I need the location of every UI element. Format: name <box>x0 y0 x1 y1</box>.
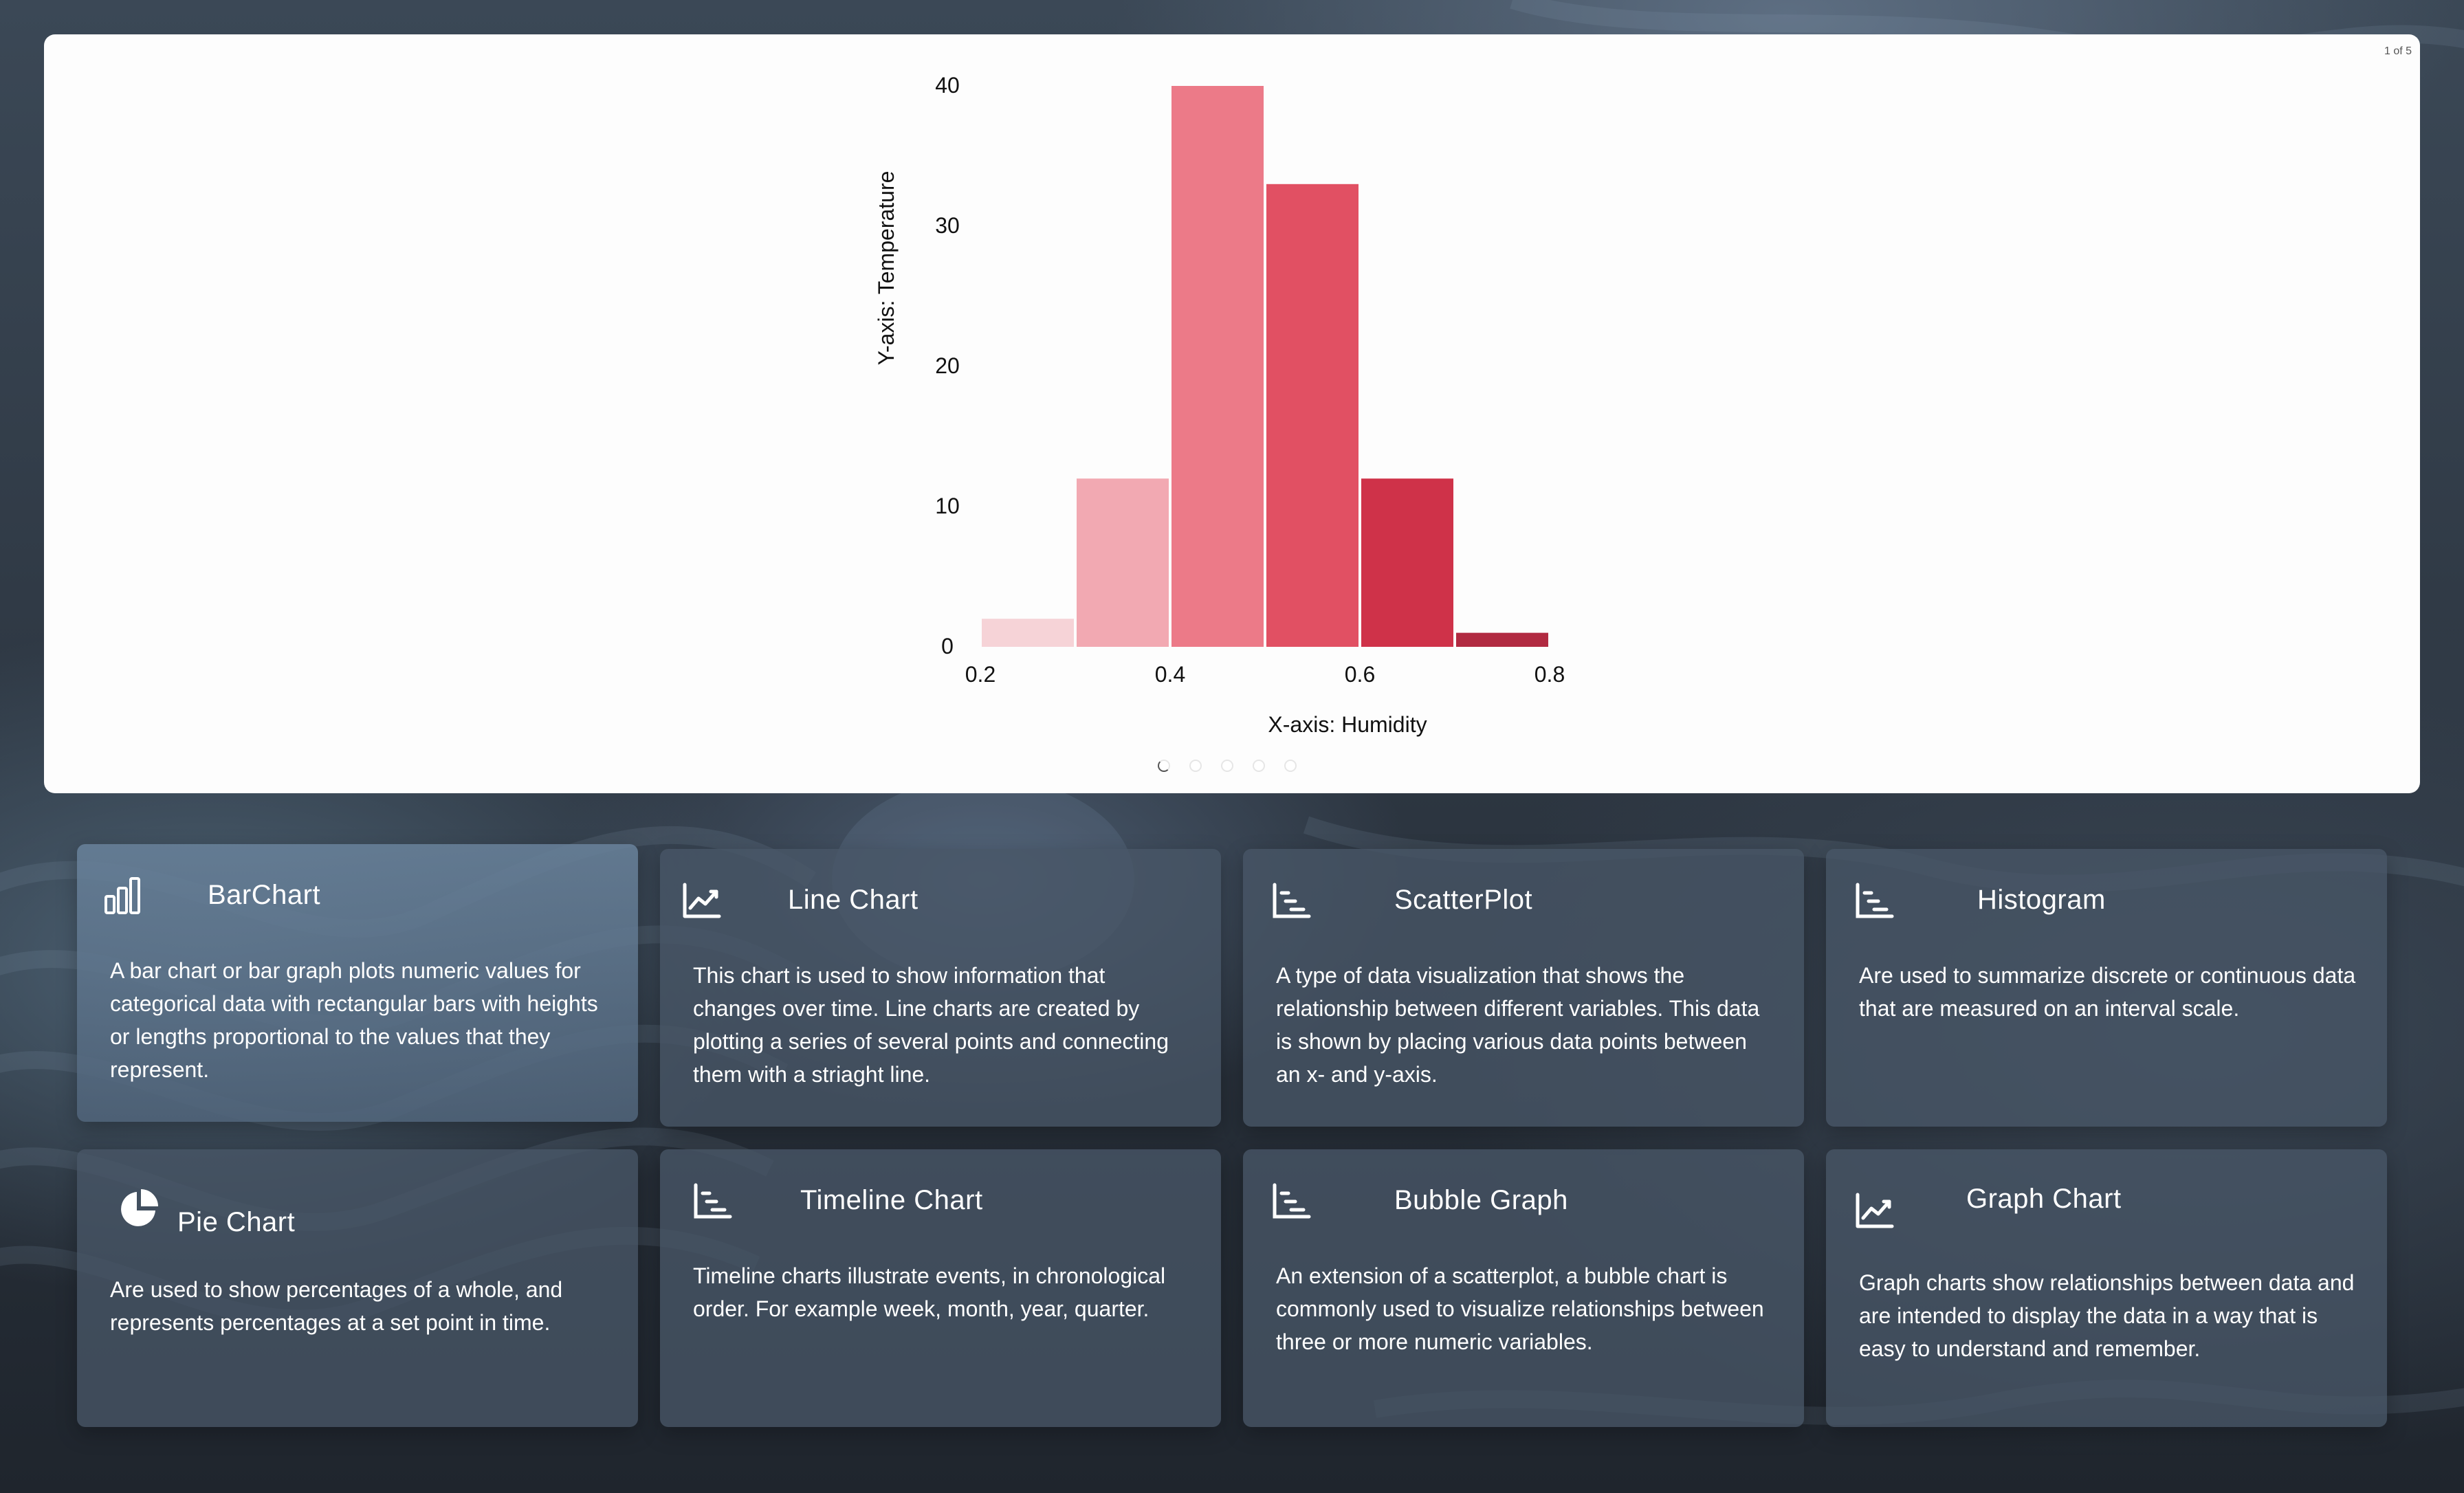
carousel-dot-5[interactable] <box>1284 760 1297 772</box>
carousel-dot-3[interactable] <box>1221 760 1233 772</box>
card-description: Timeline charts illustrate events, in ch… <box>693 1263 1166 1321</box>
y-tick-label: 0 <box>941 634 954 659</box>
y-tick-label: 10 <box>935 494 960 518</box>
chart-carousel[interactable]: 1 of 5 0 10 20 30 40 0.2 0.4 0.6 0.8 X-axis: Humi… <box>44 34 2420 793</box>
card-description: This chart is used to show information t… <box>693 963 1169 1087</box>
y-tick-label: 30 <box>935 213 960 238</box>
card-description: Are used to summarize discrete or contin… <box>1859 963 2356 1021</box>
chart-type-card-line-chart[interactable]: Line Chart This chart is used to show inf… <box>660 849 1221 1127</box>
card-title: Bubble Graph <box>1394 1185 1568 1215</box>
x-tick-label: 0.4 <box>1155 662 1185 687</box>
card-title: BarChart <box>208 880 321 910</box>
carousel-dot-4[interactable] <box>1253 760 1265 772</box>
bubble-icon <box>1270 1181 1312 1222</box>
bar-chart-icon <box>102 876 143 917</box>
card-title: Pie Chart <box>177 1207 296 1237</box>
card-title: Line Chart <box>788 885 918 915</box>
histogram-icon <box>1854 881 1895 922</box>
card-title: ScatterPlot <box>1394 885 1533 915</box>
histogram-bar-4 <box>1266 184 1358 647</box>
pie-chart-icon <box>118 1188 160 1229</box>
histogram-bar-1 <box>982 619 1074 647</box>
card-title: Histogram <box>1977 885 2106 915</box>
card-description: An extension of a scatterplot, a bubble … <box>1276 1263 1764 1354</box>
scatter-icon <box>1270 881 1312 922</box>
chart-type-card-barchart[interactable]: BarChart A bar chart or bar graph plots n… <box>77 844 638 1122</box>
carousel-dots <box>1158 760 1297 772</box>
card-title: Timeline Chart <box>800 1185 983 1215</box>
chart-type-card-bubble-graph[interactable]: Bubble Graph An extension of a scatterplo… <box>1243 1149 1804 1427</box>
card-description: Are used to show percentages of a whole,… <box>110 1277 563 1335</box>
chart-type-card-timeline-chart[interactable]: Timeline Chart Timeline charts illustrate… <box>660 1149 1221 1427</box>
graph-chart-icon <box>1854 1191 1895 1232</box>
chart-type-card-histogram[interactable]: Histogram Are used to summarize discrete … <box>1826 849 2387 1127</box>
x-axis-label: X-axis: Humidity <box>1268 712 1427 737</box>
x-tick-label: 0.8 <box>1534 662 1565 687</box>
chart-type-card-pie-chart[interactable]: Pie Chart Are used to show percentages of… <box>77 1149 638 1427</box>
chart-type-card-graph-chart[interactable]: Graph Chart Graph charts show relationshi… <box>1826 1149 2387 1427</box>
card-title: Graph Chart <box>1966 1184 2122 1214</box>
histogram-bar-2 <box>1077 478 1169 647</box>
carousel-dot-1[interactable] <box>1158 760 1170 772</box>
histogram-bar-5 <box>1361 478 1453 647</box>
card-description: Graph charts show relationships between … <box>1859 1270 2355 1361</box>
card-description: A bar chart or bar graph plots numeric v… <box>110 958 598 1082</box>
timeline-icon <box>692 1181 733 1222</box>
histogram-bar-3 <box>1172 86 1264 647</box>
y-tick-label: 20 <box>935 353 960 378</box>
chart-type-card-scatterplot[interactable]: ScatterPlot A type of data visualization … <box>1243 849 1804 1127</box>
x-tick-label: 0.6 <box>1345 662 1375 687</box>
y-tick-label: 40 <box>935 73 960 98</box>
x-tick-label: 0.2 <box>965 662 996 687</box>
y-axis-label: Y-axis: Temperature <box>874 171 899 366</box>
card-description: A type of data visualization that shows … <box>1276 963 1760 1087</box>
carousel-dot-2[interactable] <box>1189 760 1202 772</box>
line-chart-icon <box>681 881 722 922</box>
histogram-chart: 0 10 20 30 40 0.2 0.4 0.6 0.8 X-axis: Humidity Y-a… <box>874 73 1565 737</box>
histogram-bar-6 <box>1456 632 1548 647</box>
